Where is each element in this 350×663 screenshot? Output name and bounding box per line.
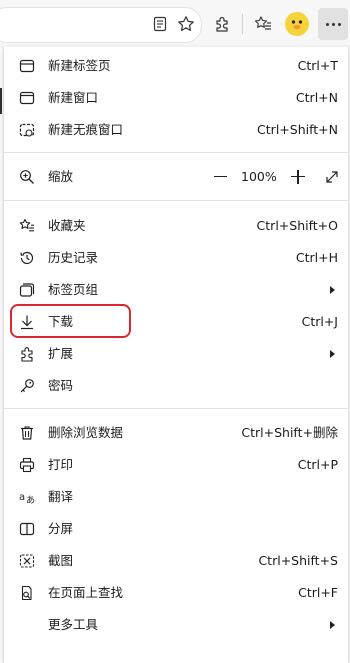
menu-item-label: 更多工具	[48, 617, 99, 632]
new-tab-icon	[19, 58, 35, 74]
favorite-star-icon[interactable]	[171, 9, 201, 39]
menu-divider	[4, 200, 348, 201]
menu-item-more-tools[interactable]: 更多工具	[4, 610, 348, 640]
split-screen-icon	[19, 521, 35, 537]
shortcut-text: Ctrl+T	[297, 58, 338, 73]
menu-item-extensions[interactable]: 扩展	[4, 339, 348, 369]
shortcut-text: Ctrl+Shift+S	[258, 553, 338, 568]
new-window-icon	[19, 90, 35, 106]
menu-item-zoom: 缩放 100%	[4, 162, 348, 192]
settings-menu: 新建标签页 Ctrl+T 新建窗口 Ctrl+N 新建无痕窗口 Ctrl+Shi…	[3, 47, 349, 663]
favorites-icon	[19, 218, 35, 234]
find-on-page-icon	[19, 585, 35, 601]
history-icon	[19, 250, 35, 266]
zoom-icon	[19, 169, 35, 185]
more-button[interactable]	[318, 8, 348, 40]
menu-item-split-screen[interactable]: 分屏	[4, 514, 348, 544]
menu-item-new-tab[interactable]: 新建标签页 Ctrl+T	[4, 51, 348, 81]
zoom-out-button[interactable]	[214, 176, 227, 178]
submenu-arrow-icon	[330, 621, 335, 629]
menu-item-label: 历史记录	[48, 250, 99, 265]
trash-icon	[19, 425, 35, 441]
shortcut-text: Ctrl+Shift+删除	[241, 425, 338, 440]
downloads-highlight-box	[10, 304, 131, 338]
svg-text:あ: あ	[26, 495, 35, 505]
menu-item-label: 扩展	[48, 346, 74, 361]
shortcut-text: Ctrl+Shift+N	[257, 122, 338, 137]
menu-item-label: 新建窗口	[48, 90, 99, 105]
zoom-in-button-v[interactable]	[297, 170, 299, 184]
toolbar-separator	[242, 14, 243, 34]
menu-item-passwords[interactable]: 密码	[4, 371, 348, 401]
menu-item-translate[interactable]: aあ 翻译	[4, 482, 348, 512]
menu-item-screenshot[interactable]: 截图 Ctrl+Shift+S	[4, 546, 348, 576]
submenu-arrow-icon	[330, 286, 335, 294]
extensions-icon[interactable]	[207, 9, 237, 39]
menu-item-tab-groups[interactable]: 标签页组	[4, 275, 348, 305]
menu-item-label: 缩放	[48, 169, 74, 184]
menu-item-label: 密码	[48, 378, 74, 393]
key-icon	[19, 378, 35, 394]
tab-groups-icon	[19, 282, 35, 298]
shortcut-text: Ctrl+N	[295, 90, 338, 105]
print-icon	[19, 457, 35, 473]
favorites-icon[interactable]	[248, 9, 278, 39]
menu-item-label: 截图	[48, 553, 74, 568]
browser-toolbar	[0, 0, 350, 48]
menu-divider	[4, 408, 348, 409]
menu-divider	[4, 152, 348, 153]
inprivate-window-icon	[19, 122, 35, 138]
menu-item-label: 新建标签页	[48, 58, 111, 73]
menu-item-new-window[interactable]: 新建窗口 Ctrl+N	[4, 83, 348, 113]
zoom-value: 100%	[241, 169, 277, 184]
menu-item-new-inprivate-window[interactable]: 新建无痕窗口 Ctrl+Shift+N	[4, 115, 348, 145]
zoom-controls: 100%	[214, 162, 344, 192]
menu-item-label: 收藏夹	[48, 218, 86, 233]
menu-item-label: 打印	[48, 457, 74, 472]
menu-item-label: 删除浏览数据	[48, 425, 124, 440]
profile-avatar-icon[interactable]	[282, 9, 312, 39]
svg-text:a: a	[19, 492, 25, 503]
shortcut-text: Ctrl+P	[297, 457, 338, 472]
translate-icon: aあ	[19, 489, 35, 506]
menu-item-clear-browsing-data[interactable]: 删除浏览数据 Ctrl+Shift+删除	[4, 418, 348, 448]
menu-item-label: 分屏	[48, 521, 74, 536]
fullscreen-icon[interactable]	[324, 169, 340, 185]
page-edge-marker	[0, 88, 2, 114]
menu-item-history[interactable]: 历史记录 Ctrl+H	[4, 243, 348, 273]
extensions-icon	[19, 346, 35, 362]
submenu-arrow-icon	[330, 350, 335, 358]
menu-item-label: 新建无痕窗口	[48, 122, 124, 137]
shortcut-text: Ctrl+F	[298, 585, 338, 600]
menu-item-favorites[interactable]: 收藏夹 Ctrl+Shift+O	[4, 211, 348, 241]
shortcut-text: Ctrl+H	[295, 250, 338, 265]
menu-item-print[interactable]: 打印 Ctrl+P	[4, 450, 348, 480]
menu-item-label: 翻译	[48, 489, 74, 504]
shortcut-text: Ctrl+Shift+O	[256, 218, 338, 233]
menu-item-label: 标签页组	[48, 282, 99, 297]
shortcut-text: Ctrl+J	[301, 314, 338, 329]
menu-item-label: 在页面上查找	[48, 585, 124, 600]
screenshot-icon	[19, 553, 35, 569]
menu-item-find-on-page[interactable]: 在页面上查找 Ctrl+F	[4, 578, 348, 608]
